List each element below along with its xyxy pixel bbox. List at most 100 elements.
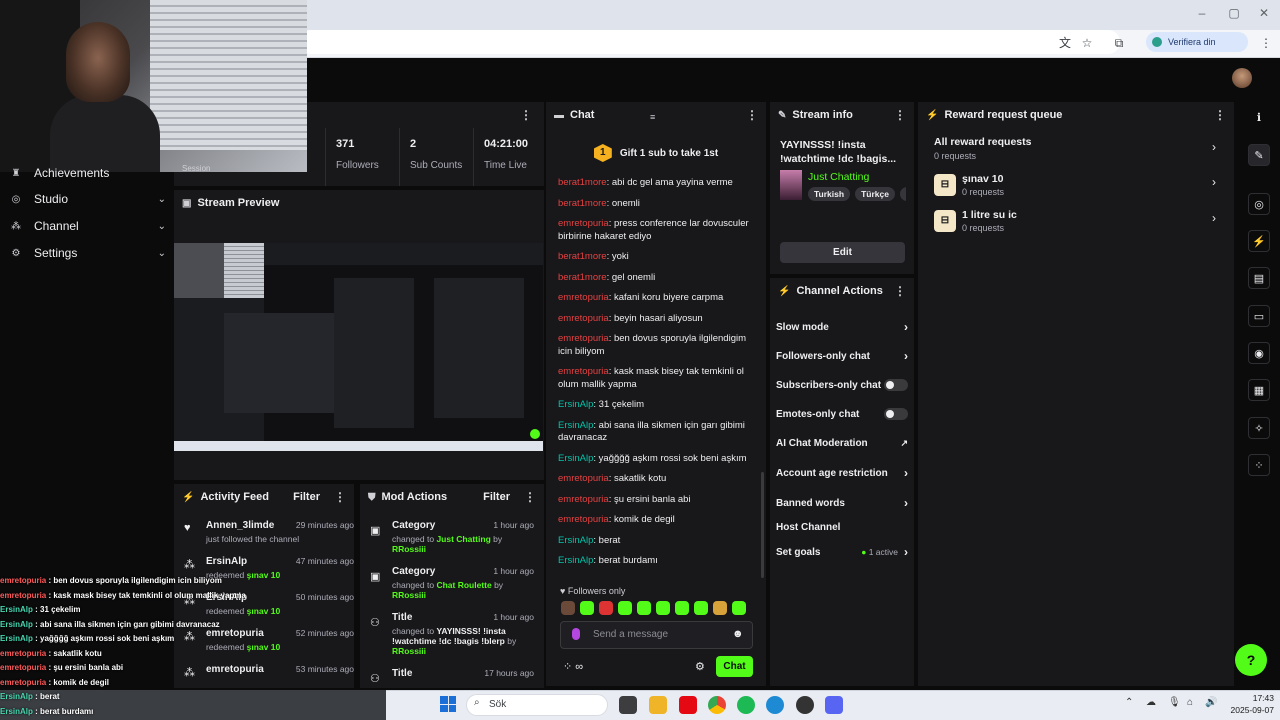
emote-icon[interactable] bbox=[618, 601, 632, 615]
chat-icon[interactable]: ▭ bbox=[1248, 305, 1270, 327]
broadcast-icon[interactable]: ◉ bbox=[1248, 342, 1270, 364]
channel-action-set-goals[interactable]: Set goals ● 1 active › bbox=[776, 543, 908, 561]
channel-action-slow-mode[interactable]: Slow mode › bbox=[776, 318, 908, 336]
clipboard-icon[interactable]: ▤ bbox=[1248, 267, 1270, 289]
panels-icon[interactable]: ▦ bbox=[1248, 379, 1270, 401]
windows-start-icon[interactable] bbox=[440, 696, 456, 712]
translate-icon[interactable]: 文 bbox=[1056, 35, 1074, 51]
chat-username[interactable]: ErsinAlp bbox=[558, 555, 593, 566]
chat-username[interactable]: emretopuria bbox=[558, 333, 609, 344]
chat-username[interactable]: berat1more bbox=[558, 272, 607, 283]
apps-icon[interactable]: ⁘ bbox=[1248, 454, 1270, 476]
support-chat-icon[interactable]: ? bbox=[1235, 644, 1267, 676]
chat-message-input[interactable]: Send a message bbox=[560, 621, 753, 649]
chat-menu-icon[interactable]: ⋮ bbox=[746, 108, 758, 122]
stats-menu-icon[interactable]: ⋮ bbox=[520, 108, 532, 122]
chat-username[interactable]: berat1more bbox=[558, 251, 607, 262]
activity-filter-button[interactable]: Filter bbox=[293, 491, 320, 503]
taskbar-search[interactable]: Sök bbox=[466, 694, 608, 716]
emote-icon[interactable] bbox=[732, 601, 746, 615]
activity-item[interactable]: ♥ Annen_3limde just followed the channel 29… bbox=[182, 520, 354, 544]
chat-settings-icon[interactable]: ⚙ bbox=[695, 660, 705, 673]
maximize-icon[interactable]: ▢ bbox=[1224, 6, 1244, 20]
netflix-icon[interactable] bbox=[679, 696, 697, 714]
emote-icon[interactable] bbox=[675, 601, 689, 615]
sidebar-item-settings[interactable]: ⚙ Settings ⌄ bbox=[8, 242, 166, 264]
all-reward-requests[interactable]: All reward requests 0 requests › bbox=[934, 136, 1220, 166]
toggle-switch[interactable] bbox=[884, 408, 908, 420]
obs-icon[interactable] bbox=[796, 696, 814, 714]
bolt-icon[interactable]: ⚡ bbox=[1248, 230, 1270, 252]
emote-icon[interactable] bbox=[580, 601, 594, 615]
emote-icon[interactable] bbox=[713, 601, 727, 615]
chat-username[interactable]: emretopuria bbox=[558, 218, 609, 229]
emote-bar[interactable] bbox=[561, 601, 761, 617]
chat-username[interactable]: emretopuria bbox=[558, 494, 609, 505]
taskbar-clock[interactable]: 17:43 2025-09-07 bbox=[1224, 692, 1274, 716]
mod-action-item[interactable]: ⚇ Title 17 hours ago bbox=[368, 668, 540, 685]
tag[interactable]: Türkçe bbox=[855, 187, 895, 201]
chat-username[interactable]: ErsinAlp bbox=[558, 420, 593, 431]
category-thumbnail[interactable] bbox=[780, 170, 802, 200]
gift-sub-banner[interactable]: 1 Gift 1 sub to take 1st bbox=[546, 130, 766, 176]
discord-icon[interactable] bbox=[825, 696, 843, 714]
send-chat-button[interactable]: Chat bbox=[716, 656, 753, 677]
chat-username[interactable]: emretopuria bbox=[558, 514, 609, 525]
reward-menu-icon[interactable]: ⋮ bbox=[1214, 108, 1226, 122]
close-window-icon[interactable]: ✕ bbox=[1254, 6, 1274, 20]
info-icon[interactable]: ℹ bbox=[1248, 107, 1270, 129]
chat-username[interactable]: berat1more bbox=[558, 198, 607, 209]
pinned-icon[interactable]: ≡ bbox=[650, 112, 655, 122]
chat-username[interactable]: emretopuria bbox=[558, 313, 609, 324]
edit-layout-icon[interactable]: ✎ bbox=[1248, 144, 1270, 166]
channel-action-host-channel[interactable]: Host Channel bbox=[776, 518, 908, 536]
microphone-icon[interactable] bbox=[572, 628, 580, 640]
mod-filter-button[interactable]: Filter bbox=[483, 491, 510, 503]
browser-menu-icon[interactable]: ⋮ bbox=[1257, 35, 1275, 51]
wrench-icon[interactable]: ✧ bbox=[1248, 417, 1270, 439]
category-link[interactable]: Just Chatting bbox=[808, 171, 869, 183]
reward-item[interactable]: ⊟ şınav 10 0 requests › bbox=[934, 172, 1220, 202]
chat-username[interactable]: emretopuria bbox=[558, 366, 609, 377]
reward-item[interactable]: ⊟ 1 litre su ic 0 requests › bbox=[934, 208, 1220, 238]
chat-username[interactable]: emretopuria bbox=[558, 292, 609, 303]
tag[interactable]: Turkish bbox=[808, 187, 851, 201]
volume-icon[interactable]: 🔊 bbox=[1205, 697, 1217, 708]
verify-identity-button[interactable]: Verifiera din identitet bbox=[1146, 32, 1248, 67]
chrome-icon[interactable] bbox=[708, 696, 726, 714]
chat-username[interactable]: ErsinAlp bbox=[558, 453, 593, 464]
emote-icon[interactable] bbox=[656, 601, 670, 615]
channel-action-subscribers-only-chat[interactable]: Subscribers-only chat bbox=[776, 376, 908, 394]
minimize-icon[interactable]: – bbox=[1192, 6, 1212, 20]
emote-icon[interactable] bbox=[561, 601, 575, 615]
chat-username[interactable]: berat1more bbox=[558, 177, 607, 188]
mod-action-item[interactable]: ▣ Category changed to Just Chatting by RRos… bbox=[368, 520, 540, 554]
toggle-switch[interactable] bbox=[884, 379, 908, 391]
tag[interactable]: s bbox=[899, 187, 906, 201]
mod-action-item[interactable]: ▣ Category changed to Chat Roulette by RRos… bbox=[368, 566, 540, 600]
stream-preview-video[interactable] bbox=[174, 243, 543, 451]
activity-menu-icon[interactable]: ⋮ bbox=[334, 490, 346, 504]
chat-scrollbar[interactable] bbox=[761, 472, 764, 578]
channel-actions-menu-icon[interactable]: ⋮ bbox=[894, 284, 906, 298]
emote-icon[interactable] bbox=[599, 601, 613, 615]
emote-icon[interactable] bbox=[694, 601, 708, 615]
chat-username[interactable]: ErsinAlp bbox=[558, 535, 593, 546]
channel-action-emotes-only-chat[interactable]: Emotes-only chat bbox=[776, 405, 908, 423]
channel-action-ai-chat-moderation[interactable]: AI Chat Moderation ↗ bbox=[776, 434, 908, 452]
extensions-icon[interactable]: ⧉ bbox=[1110, 35, 1128, 51]
mod-action-item[interactable]: ⚇ Title changed to YAYINSSS! !insta !watch… bbox=[368, 612, 540, 656]
emoji-icon[interactable]: ☻ bbox=[732, 628, 744, 640]
cloud-icon[interactable]: ☁ bbox=[1146, 697, 1156, 708]
chat-username[interactable]: ErsinAlp bbox=[558, 399, 593, 410]
channel-action-account-age-restriction[interactable]: Account age restriction › bbox=[776, 464, 908, 482]
sidebar-item-achievements[interactable]: ♜ Achievements bbox=[8, 162, 166, 184]
stream-info-menu-icon[interactable]: ⋮ bbox=[894, 108, 906, 122]
microphone-tray-icon[interactable]: 🎙 bbox=[1168, 697, 1181, 708]
channel-action-followers-only-chat[interactable]: Followers-only chat › bbox=[776, 347, 908, 365]
avatar[interactable] bbox=[1232, 68, 1252, 88]
taskview-icon[interactable] bbox=[619, 696, 637, 714]
edit-stream-info-button[interactable]: Edit bbox=[780, 242, 905, 263]
file-explorer-icon[interactable] bbox=[649, 696, 667, 714]
bookmark-star-icon[interactable]: ☆ bbox=[1078, 35, 1096, 51]
